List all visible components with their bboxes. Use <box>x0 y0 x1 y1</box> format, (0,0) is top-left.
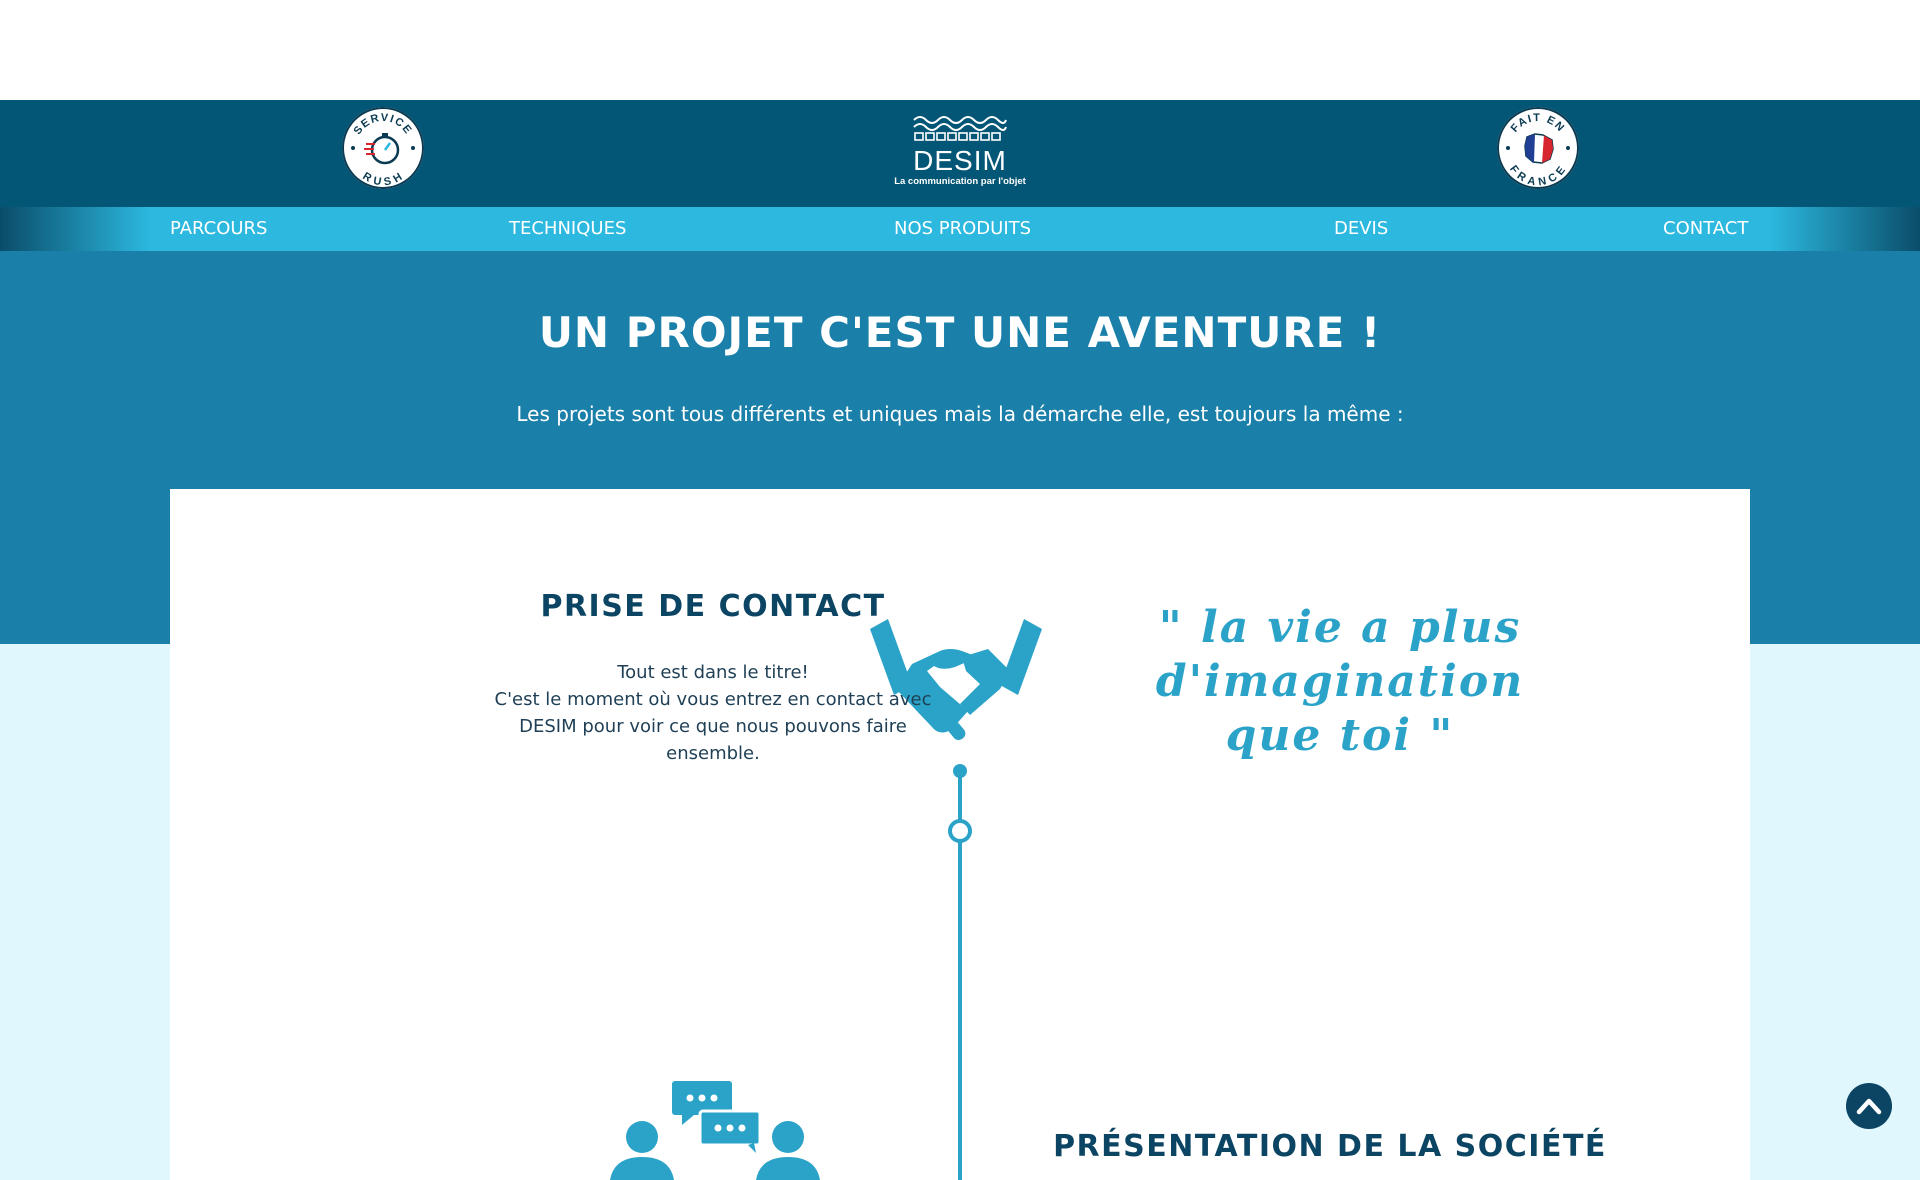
quote: " la vie a plus d'imagination que toi " <box>1150 601 1530 763</box>
step-title-prise-de-contact: PRISE DE CONTACT <box>540 589 886 624</box>
service-rush-badge[interactable]: SERVICE RUSH <box>342 107 424 189</box>
badge-rush-bottom-text: RUSH <box>360 170 404 188</box>
desim-logo[interactable]: DESIM La communication par l'objet <box>890 114 1030 194</box>
nav-item-nos-produits[interactable]: NOS PRODUITS <box>894 207 1031 251</box>
step-text-line: Tout est dans le titre! <box>617 662 809 683</box>
conversation-icon <box>610 1081 820 1180</box>
quote-line: que toi " <box>1225 710 1455 761</box>
nav-item-devis[interactable]: DEVIS <box>1334 207 1388 251</box>
nav-item-contact[interactable]: CONTACT <box>1663 207 1748 251</box>
fait-en-france-badge[interactable]: FAIT EN FRANCE <box>1497 107 1579 189</box>
logo-waves-icon <box>913 116 1007 141</box>
step-text-line: ensemble. <box>666 743 760 764</box>
nav-item-techniques[interactable]: TECHNIQUES <box>509 207 626 251</box>
badge-france-bottom-text: FRANCE <box>1507 163 1567 188</box>
stopwatch-icon: SERVICE RUSH <box>351 112 415 188</box>
france-map-icon: FAIT EN FRANCE <box>1506 112 1570 188</box>
nav-item-parcours[interactable]: PARCOURS <box>170 207 267 251</box>
badge-france-top-text: FAIT EN <box>1509 112 1566 135</box>
hero-subtitle: Les projets sont tous différents et uniq… <box>516 402 1404 426</box>
quote-line: " la vie a plus <box>1158 602 1522 653</box>
svg-text:RUSH: RUSH <box>360 170 405 188</box>
svg-text:FAIT EN: FAIT EN <box>1509 112 1568 135</box>
process-card: PRISE DE CONTACT Tout est dans le titre!… <box>170 489 1750 1180</box>
logo-tagline: La communication par l'objet <box>894 176 1026 187</box>
svg-text:FRANCE: FRANCE <box>1507 163 1569 188</box>
chevron-up-icon <box>1856 1098 1882 1115</box>
step-text-line: DESIM pour voir ce que nous pouvons fair… <box>519 716 907 737</box>
step-title-presentation-societe: PRÉSENTATION DE LA SOCIÉTÉ <box>1053 1129 1607 1164</box>
logo-brand: DESIM <box>913 145 1007 176</box>
site-header: SERVICE RUSH DESIM La communication par … <box>0 100 1920 207</box>
top-spacer <box>0 0 1920 100</box>
step-description-prise-de-contact: Tout est dans le titre! C'est le moment … <box>318 659 1108 767</box>
hero-title: UN PROJET C'EST UNE AVENTURE ! <box>538 308 1382 357</box>
scroll-to-top-button[interactable] <box>1846 1083 1892 1129</box>
quote-line: d'imagination <box>1155 656 1525 707</box>
main-nav: PARCOURS TECHNIQUES NOS PRODUITS DEVIS C… <box>0 207 1920 251</box>
step-text-line: C'est le moment où vous entrez en contac… <box>494 689 932 710</box>
